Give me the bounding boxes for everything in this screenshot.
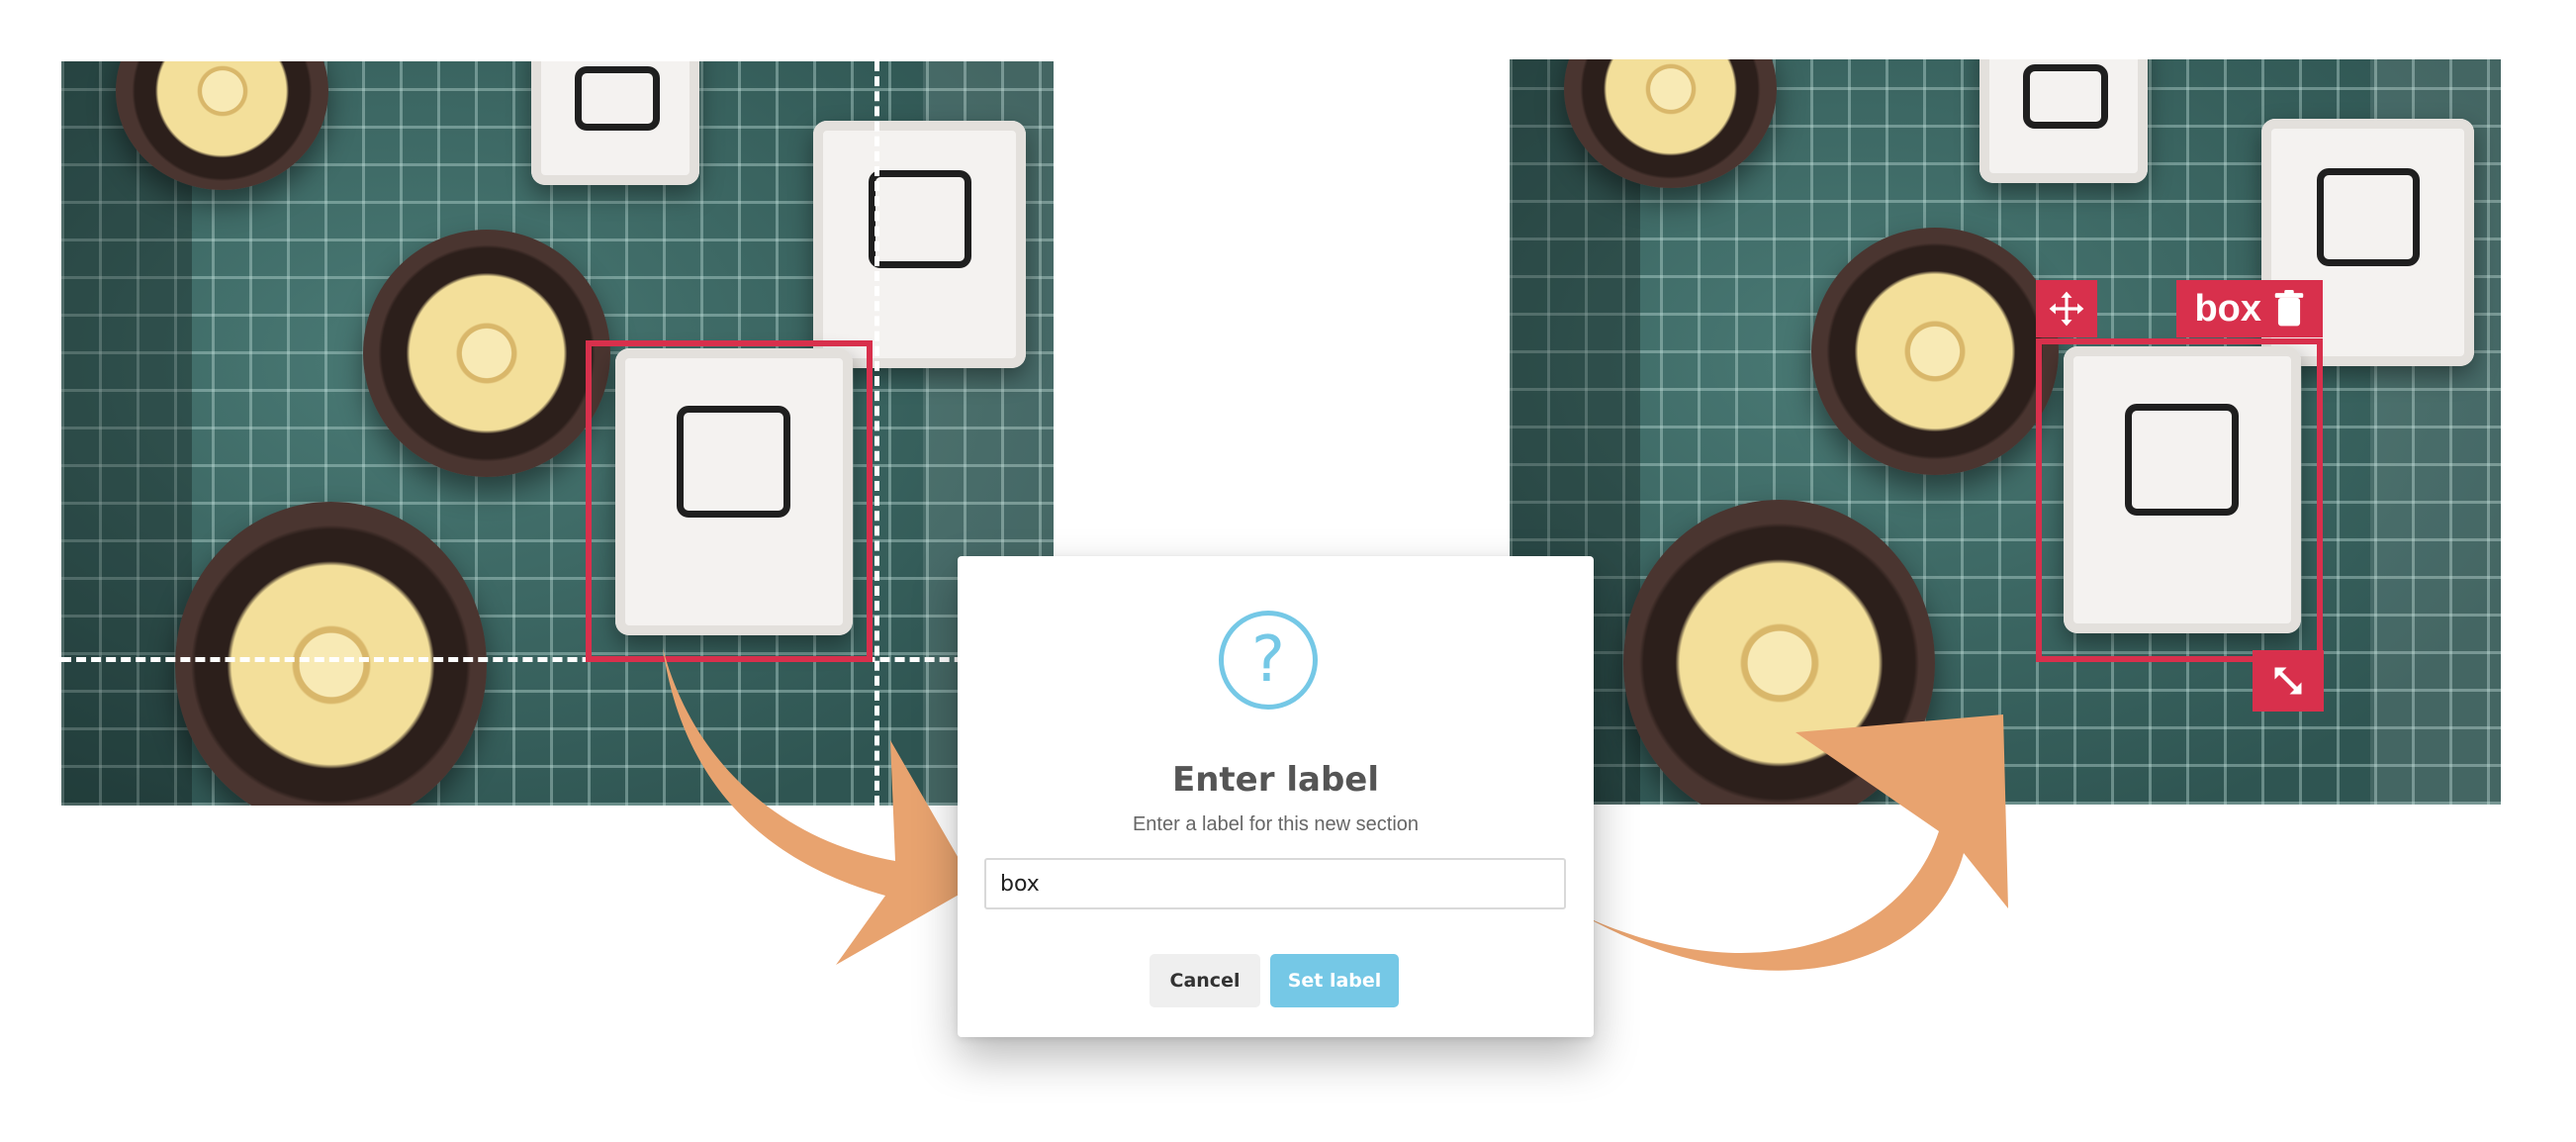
set-label-button[interactable]: Set label (1270, 954, 1399, 1007)
question-icon: ? (1219, 611, 1318, 710)
flow-arrow-right (1583, 714, 2008, 971)
cancel-button[interactable]: Cancel (1150, 954, 1260, 1007)
dialog-title: Enter label (1172, 760, 1379, 800)
enter-label-dialog: ? Enter label Enter a label for this new… (958, 556, 1594, 1037)
flow-arrow-left (663, 648, 974, 965)
dialog-message: Enter a label for this new section (1132, 813, 1420, 835)
label-input[interactable] (984, 858, 1566, 909)
